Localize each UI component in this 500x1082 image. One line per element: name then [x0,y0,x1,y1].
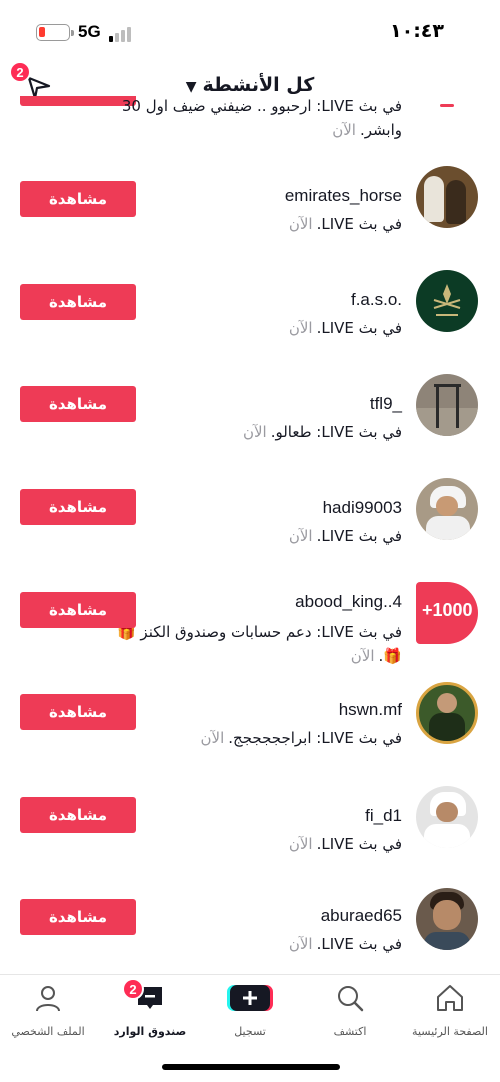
avatar[interactable] [416,166,478,228]
list-item[interactable]: +1000 abood_king..4 في بث LIVE: دعم حساب… [0,582,500,686]
username[interactable]: abood_king..4 [295,592,402,612]
home-icon [437,985,463,1011]
avatar[interactable] [416,270,478,332]
activity-text: في بث LIVE: طعالو.الآن [242,423,402,441]
status-time: ١٠:٤٣ [390,20,444,42]
list-item[interactable]: مشاهدة في بث LIVE: ارحبوو .. ضيفني ضيف ا… [0,96,500,158]
avatar[interactable] [416,682,478,744]
activity-text: في بث LIVE.الآن [288,319,402,337]
watch-button[interactable]: مشاهدة [20,592,136,628]
nav-record-label: تسجيل [234,1025,266,1038]
username[interactable]: aburaed65 [321,906,402,926]
watch-button[interactable]: مشاهدة [20,181,136,217]
list-item[interactable]: fi_d1 في بث LIVE.الآن مشاهدة [0,786,500,890]
activity-text: في بث LIVE.الآن [288,215,402,233]
watch-button[interactable]: مشاهدة [20,899,136,935]
avatar[interactable] [416,374,478,436]
nav-profile[interactable]: الملف الشخصي [0,983,96,1038]
inbox-badge: 2 [122,978,144,1000]
activity-text: في بث LIVE: ابراجججججج.الآن [200,729,402,747]
username[interactable]: f.a.s.o. [351,290,402,310]
avatar[interactable] [416,888,478,950]
home-indicator [162,1064,340,1070]
avatar[interactable]: +1000 [416,582,478,644]
activity-text: في بث LIVE: دعم حسابات وصندوق الكنز 🎁🎁.ا… [116,623,402,665]
avatar[interactable] [416,96,478,122]
activity-text: في بث LIVE.الآن [288,935,402,953]
nav-home-label: الصفحة الرئيسية [412,1025,488,1038]
person-icon [36,986,60,1012]
username[interactable]: fi_d1 [365,806,402,826]
battery-icon [36,24,74,41]
nav-inbox[interactable]: صندوق الوارد [102,983,198,1038]
network-label: 5G [78,22,101,41]
username[interactable]: emirates_horse [285,186,402,206]
activity-filter-dropdown[interactable]: كل الأنشطة ▼ [0,74,500,96]
list-item[interactable]: f.a.s.o. في بث LIVE.الآن مشاهدة [0,270,500,374]
nav-record[interactable]: تسجيل [202,983,298,1038]
watch-button[interactable]: مشاهدة [20,797,136,833]
activity-list: مشاهدة في بث LIVE: ارحبوو .. ضيفني ضيف ا… [0,96,500,972]
nav-discover-label: اكتشف [333,1025,367,1038]
avatar[interactable] [416,478,478,540]
list-item[interactable]: tfl9_ في بث LIVE: طعالو.الآن مشاهدة [0,374,500,478]
status-bar: 5G ١٠:٤٣ [0,0,500,62]
chevron-down-icon: ▼ [185,79,197,95]
watch-button[interactable]: مشاهدة [20,284,136,320]
nav-discover[interactable]: اكتشف [302,983,398,1038]
list-item[interactable]: hswn.mf في بث LIVE: ابراجججججج.الآن مشاه… [0,682,500,788]
emblem-icon [433,284,461,316]
create-icon [227,985,273,1011]
list-item[interactable]: aburaed65 في بث LIVE.الآن مشاهدة [0,888,500,972]
watch-button[interactable]: مشاهدة [20,694,136,730]
activity-text: في بث LIVE.الآن [288,527,402,545]
username[interactable]: hswn.mf [339,700,402,720]
notification-badge: 2 [9,61,31,83]
list-item[interactable]: hadi99003 في بث LIVE.الآن مشاهدة [0,478,500,582]
list-item[interactable]: emirates_horse في بث LIVE.الآن مشاهدة [0,166,500,270]
page-title: كل الأنشطة [202,74,315,96]
nav-home[interactable]: الصفحة الرئيسية [402,983,498,1038]
username[interactable]: hadi99003 [323,498,402,518]
watch-button[interactable]: مشاهدة [20,386,136,422]
activity-text: في بث LIVE.الآن [288,835,402,853]
signal-icon [109,26,135,42]
activity-text: في بث LIVE: ارحبوو .. ضيفني ضيف اول 30 و… [121,97,402,139]
search-icon [338,986,364,1012]
username[interactable]: tfl9_ [370,394,402,414]
watch-button[interactable]: مشاهدة [20,489,136,525]
nav-profile-label: الملف الشخصي [11,1025,85,1038]
avatar[interactable] [416,786,478,848]
nav-inbox-label: صندوق الوارد [113,1025,187,1038]
